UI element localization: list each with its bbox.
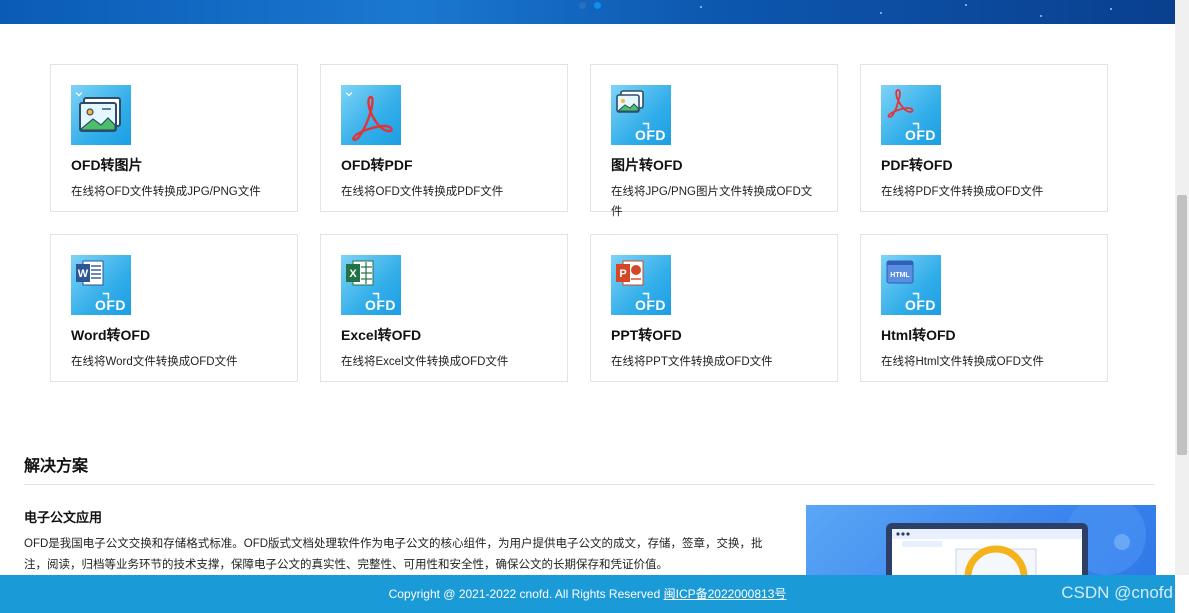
card-title: OFD转图片 [71,157,143,173]
card-description: 在线将Html文件转换成OFD文件 [881,356,1044,368]
section-divider [24,484,1155,485]
pdf-icon [341,85,401,145]
csdn-watermark: CSDN @cnofd [1061,583,1173,602]
svg-text:HTML: HTML [890,272,910,279]
card-description: 在线将JPG/PNG图片文件转换成OFD文件 [611,186,813,218]
word-to-ofd-icon: W OFD [71,255,131,315]
html-to-ofd-icon: HTML OFD [881,255,941,315]
page-footer: Copyright @ 2021-2022 cnofd. All Rights … [0,575,1175,613]
copyright-text: Copyright @ 2021-2022 cnofd. All Rights … [388,587,661,601]
card-title: Word转OFD [71,327,151,343]
banner-sparkle [965,4,967,6]
banner-sparkle [1110,8,1112,10]
solutions-heading: 解决方案 [24,458,89,475]
svg-text:P: P [619,268,626,280]
card-title: PPT转OFD [611,327,682,343]
solution-item-text: OFD是我国电子公文交换和存储格式标准。OFD版式文档处理软件作为电子公文的核心… [24,538,763,571]
card-description: 在线将Word文件转换成OFD文件 [71,356,238,368]
ofd-badge: OFD [904,127,936,143]
ofd-badge: OFD [904,297,936,313]
ofd-badge: OFD [364,297,396,313]
card-title: 图片转OFD [611,157,683,173]
banner-sparkle [1040,15,1042,17]
card-description: 在线将OFD文件转换成PDF文件 [341,186,504,198]
svg-text:W: W [78,268,89,280]
converter-card-excel-to-ofd[interactable]: X OFD Excel转OFD 在线将Excel文件转换成OFD文件 [320,234,568,382]
solution-illustration [806,505,1156,580]
ofd-badge: OFD [94,297,126,313]
converter-card-ofd-to-pdf[interactable]: OFD转PDF 在线将OFD文件转换成PDF文件 [320,64,568,212]
card-title: OFD转PDF [341,157,413,173]
image-to-ofd-icon: OFD [611,85,671,145]
ppt-to-ofd-icon: P OFD [611,255,671,315]
ofd-badge: OFD [634,297,666,313]
carousel-dot-2[interactable] [594,2,601,9]
scrollbar-thumb[interactable] [1177,195,1187,455]
image-icon [71,85,131,145]
banner-sparkle [700,6,702,8]
icp-link[interactable]: 闽ICP备2022000813号 [664,587,787,601]
top-banner [0,0,1175,24]
card-description: 在线将OFD文件转换成JPG/PNG文件 [71,186,261,198]
card-title: Excel转OFD [341,327,422,343]
card-description: 在线将Excel文件转换成OFD文件 [341,356,509,368]
svg-text:X: X [349,268,357,280]
converter-card-ppt-to-ofd[interactable]: P OFD PPT转OFD 在线将PPT文件转换成OFD文件 [590,234,838,382]
card-description: 在线将PDF文件转换成OFD文件 [881,186,1044,198]
converter-card-image-to-ofd[interactable]: OFD 图片转OFD 在线将JPG/PNG图片文件转换成OFD文件 [590,64,838,218]
card-title: Html转OFD [881,327,956,343]
ofd-badge: OFD [634,127,666,143]
converter-card-word-to-ofd[interactable]: W OFD Word转OFD 在线将Word文件转换成OFD文件 [50,234,298,382]
card-title: PDF转OFD [881,157,953,173]
solution-item-title: 电子公文应用 [24,510,103,525]
excel-to-ofd-icon: X OFD [341,255,401,315]
converter-card-pdf-to-ofd[interactable]: OFD PDF转OFD 在线将PDF文件转换成OFD文件 [860,64,1108,212]
carousel-dot-1[interactable] [579,2,586,9]
banner-sparkle [880,12,882,14]
converter-card-html-to-ofd[interactable]: HTML OFD Html转OFD 在线将Html文件转换成OFD文件 [860,234,1108,382]
vertical-scrollbar[interactable] [1175,0,1189,575]
card-description: 在线将PPT文件转换成OFD文件 [611,356,773,368]
pdf-to-ofd-icon: OFD [881,85,941,145]
converter-card-ofd-to-image[interactable]: OFD转图片 在线将OFD文件转换成JPG/PNG文件 [50,64,298,212]
